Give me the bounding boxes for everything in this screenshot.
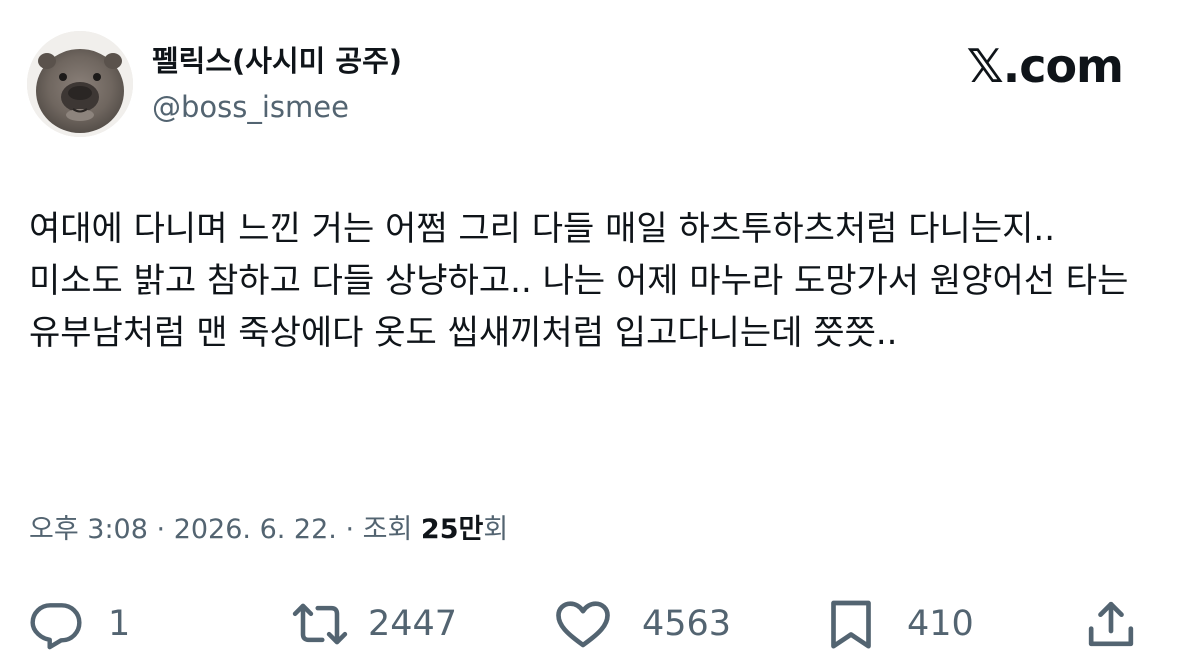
tweet-text: 여대에 다니며 느낀 거는 어쩜 그리 다들 매일 하츠투하츠처럼 다니는지..… <box>29 209 1129 353</box>
user-info: 펠릭스(사시미 공주) @boss_ismee <box>152 42 402 126</box>
views-label: 조회 <box>362 514 413 545</box>
action-bar: 1 2447 4563 410 <box>0 596 1179 652</box>
share-icon <box>1083 596 1139 652</box>
bookmark-button[interactable]: 410 <box>825 596 974 652</box>
views-count: 25만 <box>421 514 483 545</box>
retweet-icon <box>286 596 354 652</box>
tweet-card: 펠릭스(사시미 공주) @boss_ismee 𝕏.com 여대에 다니며 느낀… <box>0 0 1179 659</box>
bookmark-count: 410 <box>907 604 974 644</box>
views-suffix: 회 <box>483 514 509 545</box>
retweet-button[interactable]: 2447 <box>286 596 457 652</box>
bookmark-icon <box>825 596 877 652</box>
meta-separator: · <box>345 514 355 545</box>
reply-count: 1 <box>108 604 131 644</box>
tweet-date[interactable]: 2026. 6. 22. <box>174 514 337 545</box>
retweet-count: 2447 <box>368 604 458 644</box>
meta-separator: · <box>156 514 166 545</box>
views-number: 25만 <box>420 514 484 545</box>
x-com-logo: 𝕏.com <box>966 39 1124 93</box>
avatar-image <box>27 31 133 137</box>
like-button[interactable]: 4563 <box>552 596 731 652</box>
user-handle[interactable]: @boss_ismee <box>152 88 402 126</box>
reply-button[interactable]: 1 <box>28 596 130 652</box>
display-name[interactable]: 펠릭스(사시미 공주) <box>152 42 402 80</box>
avatar[interactable] <box>27 31 133 137</box>
tweet-meta: 오후 3:08 · 2026. 6. 22. · 조회 25만회 <box>29 510 508 550</box>
reply-icon <box>28 596 84 652</box>
like-count: 4563 <box>642 604 732 644</box>
heart-icon <box>552 596 614 652</box>
share-button[interactable] <box>1083 596 1139 652</box>
tweet-time[interactable]: 오후 3:08 <box>29 514 148 545</box>
